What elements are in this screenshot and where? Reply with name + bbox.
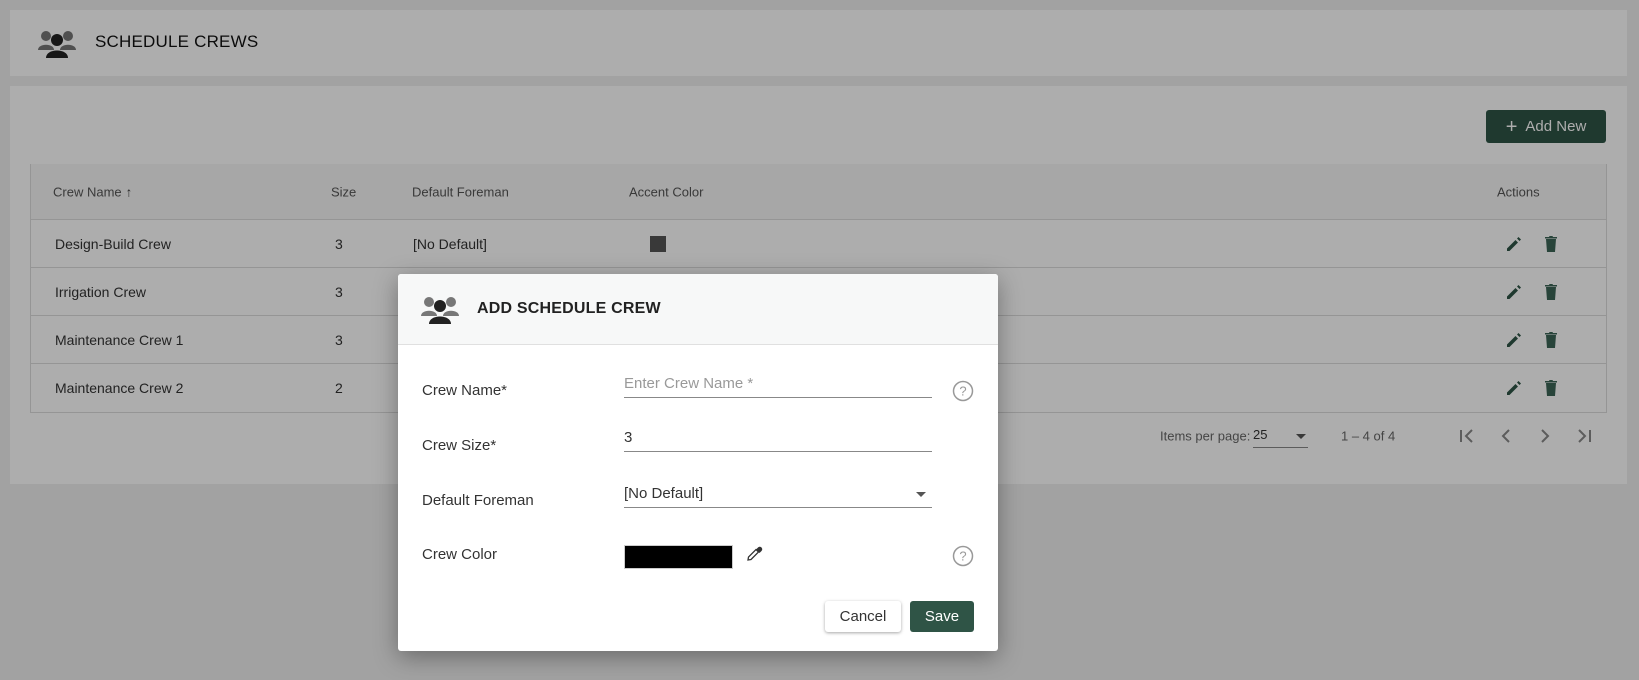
crew-color-swatch[interactable] xyxy=(624,545,733,569)
default-foreman-value: [No Default] xyxy=(624,485,704,502)
crew-color-label: Crew Color xyxy=(422,546,498,563)
crew-size-label: Crew Size* xyxy=(422,437,497,454)
svg-text:?: ? xyxy=(959,549,966,564)
help-circle-icon[interactable]: ? xyxy=(952,380,974,402)
dialog-header: ADD SCHEDULE CREW xyxy=(398,274,998,345)
chevron-down-icon xyxy=(916,492,926,497)
eyedropper-icon[interactable] xyxy=(746,544,764,562)
crew-name-field[interactable] xyxy=(624,370,932,398)
add-schedule-crew-dialog: ADD SCHEDULE CREW Crew Name* ? Crew Size… xyxy=(398,274,998,651)
dialog-title: ADD SCHEDULE CREW xyxy=(477,300,661,317)
default-foreman-select[interactable]: [No Default] xyxy=(624,480,932,508)
people-group-icon xyxy=(421,297,459,324)
crew-size-input[interactable] xyxy=(624,424,932,451)
help-circle-icon[interactable]: ? xyxy=(952,545,974,567)
crew-size-field[interactable] xyxy=(624,424,932,452)
cancel-button[interactable]: Cancel xyxy=(825,601,901,632)
crew-name-input[interactable] xyxy=(624,370,932,397)
svg-text:?: ? xyxy=(959,384,966,399)
crew-name-label: Crew Name* xyxy=(422,382,508,399)
save-button[interactable]: Save xyxy=(910,601,974,632)
default-foreman-label: Default Foreman xyxy=(422,492,534,509)
